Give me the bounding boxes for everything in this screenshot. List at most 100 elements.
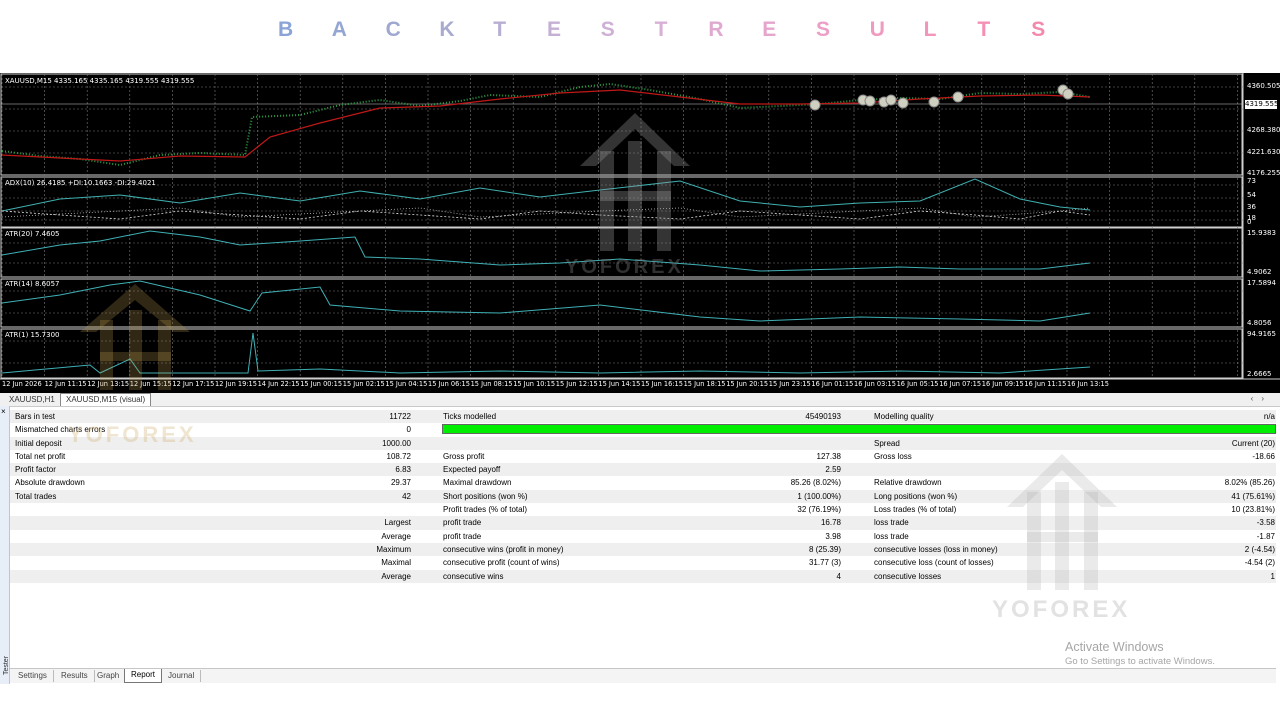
tab-xauusd-h1[interactable]: XAUUSD,H1 bbox=[4, 394, 60, 405]
largest-profit-label: profit trade bbox=[443, 518, 482, 528]
adx-scale-73: 73 bbox=[1247, 177, 1256, 185]
table-row: Mismatched charts errors 0 bbox=[10, 423, 1276, 436]
loss-trades-label: Loss trades (% of total) bbox=[874, 505, 957, 515]
maximal-drawdown-label: Maximal drawdown bbox=[443, 478, 512, 488]
title-letter: S bbox=[1031, 18, 1046, 41]
tab-graph[interactable]: Graph bbox=[91, 670, 127, 682]
trade-marker bbox=[809, 99, 821, 111]
time-axis-label: 16 Jun 09:15 bbox=[981, 380, 1024, 388]
total-trades-value: 42 bbox=[402, 491, 411, 501]
adx-scale-36: 36 bbox=[1247, 203, 1256, 211]
atr20-scale-bottom: 4.9062 bbox=[1247, 268, 1272, 276]
chart-pane bbox=[0, 328, 1243, 379]
time-axis-label: 16 Jun 01:15 bbox=[811, 380, 854, 388]
tab-xauusd-m15-visual[interactable]: XAUUSD,M15 (visual) bbox=[60, 393, 152, 406]
maximum-label: Maximum bbox=[376, 544, 411, 554]
maximal-label: Maximal bbox=[381, 558, 411, 568]
title-letter: C bbox=[385, 18, 401, 41]
adx-pane-label: ADX(10) 26.4185 +DI:10.1663 -DI:29.4021 bbox=[5, 179, 156, 187]
tab-scroll-arrows[interactable]: ‹› bbox=[1251, 394, 1272, 403]
expected-payoff-value: 2.59 bbox=[825, 465, 841, 475]
total-net-profit-label: Total net profit bbox=[15, 451, 66, 461]
time-axis-label: 16 Jun 13:15 bbox=[1067, 380, 1109, 388]
tab-results[interactable]: Results bbox=[55, 670, 95, 682]
time-axis-label: 16 Jun 11:15 bbox=[1024, 380, 1067, 388]
title-letter: S bbox=[816, 18, 831, 41]
average-loss-value: -1.87 bbox=[1256, 531, 1275, 541]
title-letter: L bbox=[923, 18, 937, 41]
time-axis-label: 12 Jun 2026 bbox=[2, 380, 42, 388]
time-axis-label: 12 Jun 17:15 bbox=[172, 380, 215, 388]
time-axis-label: 15 Jun 23:15 bbox=[768, 380, 811, 388]
maximum-wins-label: consecutive wins (profit in money) bbox=[443, 544, 564, 554]
bars-in-test-label: Bars in test bbox=[15, 412, 56, 421]
gross-profit-label: Gross profit bbox=[443, 451, 485, 461]
main-scale-top: 4360.505 bbox=[1247, 82, 1280, 90]
time-axis-label: 14 Jun 22:15 bbox=[257, 380, 300, 388]
bars-in-test-value: 11722 bbox=[389, 412, 411, 421]
tester-sidebar: × bbox=[0, 406, 10, 684]
maximal-loss-label: consecutive loss (count of losses) bbox=[874, 558, 994, 568]
time-axis-label: 15 Jun 06:15 bbox=[428, 380, 470, 388]
profit-factor-value: 6.83 bbox=[395, 465, 411, 475]
spread-value: Current (20) bbox=[1231, 438, 1275, 448]
close-icon[interactable]: × bbox=[1, 407, 6, 416]
initial-deposit-label: Initial deposit bbox=[15, 438, 62, 448]
maximum-wins-value: 8 (25.39) bbox=[808, 544, 841, 554]
atr14-pane-label: ATR(14) 8.6057 bbox=[5, 280, 60, 288]
average-wins-label: consecutive wins bbox=[443, 571, 504, 581]
total-trades-label: Total trades bbox=[15, 491, 57, 501]
profit-trades-label: Profit trades (% of total) bbox=[443, 505, 528, 515]
table-row: Bars in test 11722 Ticks modelled 454901… bbox=[10, 410, 1276, 424]
time-axis-label: 15 Jun 00:15 bbox=[300, 380, 343, 388]
average2-label: Average bbox=[381, 571, 411, 581]
trade-marker bbox=[928, 96, 940, 108]
atr1-scale-top: 94.9165 bbox=[1247, 330, 1276, 338]
table-row: Profit factor 6.83 Expected payoff 2.59 bbox=[10, 463, 1276, 477]
average-profit-value: 3.98 bbox=[825, 531, 841, 541]
title-letter: R bbox=[708, 18, 724, 41]
title-letter: T bbox=[654, 18, 668, 41]
main-scale-4: 4176.255 bbox=[1247, 169, 1280, 177]
backtest-results-title: BACKTESTRESULTS bbox=[0, 14, 1280, 50]
short-positions-label: Short positions (won %) bbox=[443, 491, 528, 501]
tester-tabs: Settings Results Graph Report Journal bbox=[10, 668, 1276, 683]
loss-trades-value: 10 (23.81%) bbox=[1231, 505, 1275, 515]
activate-windows-notice: Activate Windows Go to Settings to activ… bbox=[1065, 640, 1215, 667]
time-axis-label: 15 Jun 16:15 bbox=[641, 380, 683, 388]
time-axis-label: 15 Jun 08:15 bbox=[470, 380, 513, 388]
yoforex-watermark-text-left: YOFOREX bbox=[68, 422, 197, 447]
time-axis-label: 15 Jun 04:15 bbox=[385, 380, 428, 388]
time-axis-label: 15 Jun 14:15 bbox=[598, 380, 641, 388]
price-chart[interactable]: XAUUSD,M15 4335.165 4335.165 4319.555 43… bbox=[0, 73, 1280, 393]
yoforex-watermark-text-right: YOFOREX bbox=[992, 596, 1131, 623]
tab-journal[interactable]: Journal bbox=[162, 670, 202, 682]
chart-canvas bbox=[0, 73, 1280, 380]
table-row: Profit trades (% of total) 32 (76.19%) L… bbox=[10, 503, 1276, 516]
gross-profit-value: 127.38 bbox=[816, 451, 841, 461]
activate-windows-line1: Activate Windows bbox=[1065, 640, 1164, 654]
mismatched-value: 0 bbox=[406, 425, 411, 435]
chart-tabs: XAUUSD,H1 XAUUSD,M15 (visual) ‹› bbox=[0, 393, 1280, 407]
tab-settings[interactable]: Settings bbox=[12, 670, 54, 682]
trade-marker bbox=[897, 97, 909, 109]
profit-trades-value: 32 (76.19%) bbox=[797, 505, 841, 515]
time-axis-label: 16 Jun 07:15 bbox=[939, 380, 982, 388]
long-positions-label: Long positions (won %) bbox=[874, 491, 958, 501]
tab-report[interactable]: Report bbox=[124, 669, 163, 683]
absolute-drawdown-label: Absolute drawdown bbox=[15, 478, 85, 488]
average-wins-value: 4 bbox=[836, 571, 841, 581]
table-row: Initial deposit 1000.00 Spread Current (… bbox=[10, 436, 1276, 450]
ticks-modelled-label: Ticks modelled bbox=[443, 412, 497, 421]
atr20-pane-label: ATR(20) 7.4605 bbox=[5, 230, 60, 238]
absolute-drawdown-value: 29.37 bbox=[390, 478, 411, 488]
table-row: Total net profit 108.72 Gross profit 127… bbox=[10, 450, 1276, 463]
time-axis-label: 15 Jun 18:15 bbox=[683, 380, 726, 388]
activate-windows-line2: Go to Settings to activate Windows. bbox=[1065, 656, 1215, 667]
title-letter: A bbox=[331, 18, 347, 41]
initial-deposit-value: 1000.00 bbox=[382, 438, 411, 448]
time-axis-label: 15 Jun 10:15 bbox=[513, 380, 556, 388]
table-row: Total trades 42 Short positions (won %) … bbox=[10, 489, 1276, 504]
long-positions-value: 41 (75.61%) bbox=[1231, 491, 1275, 501]
time-axis-label: 12 Jun 11:15 bbox=[44, 380, 87, 388]
